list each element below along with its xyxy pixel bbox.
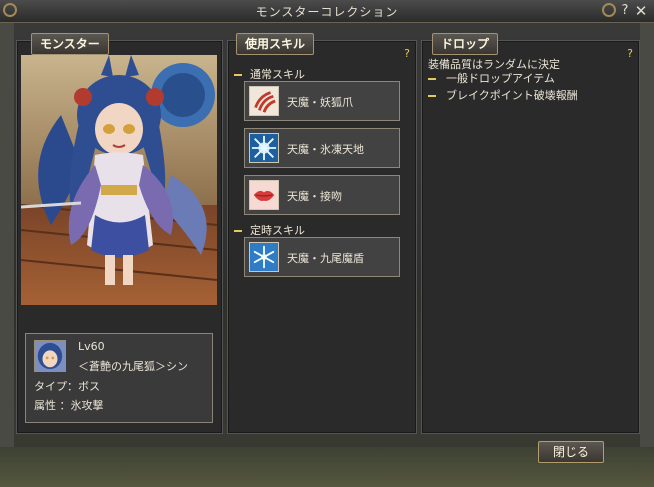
drop-help-icon[interactable]: ?	[627, 47, 633, 60]
section-header-timed-skills: 定時スキル	[234, 222, 305, 238]
skill-row[interactable]: 天魔・接吻	[244, 175, 400, 215]
skills-help-icon[interactable]: ?	[404, 47, 410, 60]
snowflake-icon	[249, 242, 279, 272]
monster-attribute: 属性 ：氷攻撃	[34, 399, 104, 412]
drop-tab-label: ドロップ	[432, 33, 499, 55]
drop-item-link[interactable]: ブレイクポイント破壊報酬	[428, 87, 578, 103]
monster-type: タイプ：ボス	[34, 380, 100, 393]
monster-name: ＜蒼艶の九尾狐＞シン	[78, 360, 188, 373]
skill-name: 天魔・妖狐爪	[287, 96, 353, 109]
monster-tab-label: モンスター	[31, 33, 109, 55]
lips-icon	[249, 180, 279, 210]
monster-level: Lv60	[78, 340, 105, 353]
monster-portrait	[21, 55, 217, 305]
help-button[interactable]: ?	[618, 3, 632, 19]
drop-item-link[interactable]: 一般ドロップアイテム	[428, 70, 555, 86]
skill-name: 天魔・氷凍天地	[287, 143, 364, 156]
skills-panel: 使用スキル ? 通常スキル 天魔・妖狐爪 天魔・氷凍天地 天魔・接吻 定時スキル…	[227, 33, 417, 434]
drop-panel: ドロップ ? 装備品質はランダムに決定 一般ドロップアイテム ブレイクポイント破…	[421, 33, 640, 434]
close-button[interactable]: 閉じる	[538, 441, 604, 463]
skill-name: 天魔・接吻	[287, 190, 342, 203]
avatar	[34, 340, 66, 372]
skill-row[interactable]: 天魔・九尾魔盾	[244, 237, 400, 277]
monster-collection-window: モンスターコレクション ? ✕ モンスター Lv60 ＜蒼艶の九尾狐＞シン タイ…	[0, 0, 654, 487]
ice-burst-icon	[249, 133, 279, 163]
skill-row[interactable]: 天魔・氷凍天地	[244, 128, 400, 168]
skills-tab-label: 使用スキル	[236, 33, 315, 55]
monster-panel: モンスター Lv60 ＜蒼艶の九尾狐＞シン タイプ：ボス 属性 ：氷攻撃	[16, 33, 223, 434]
title-bar[interactable]: モンスターコレクション ? ✕	[0, 0, 654, 23]
skill-row[interactable]: 天魔・妖狐爪	[244, 81, 400, 121]
ornament-icon	[602, 3, 616, 17]
window-title: モンスターコレクション	[255, 5, 399, 19]
monster-info-box: Lv60 ＜蒼艶の九尾狐＞シン タイプ：ボス 属性 ：氷攻撃	[25, 333, 213, 423]
skill-name: 天魔・九尾魔盾	[287, 252, 364, 265]
close-icon[interactable]: ✕	[634, 3, 648, 19]
claw-icon	[249, 86, 279, 116]
section-header-normal-skills: 通常スキル	[234, 66, 305, 82]
